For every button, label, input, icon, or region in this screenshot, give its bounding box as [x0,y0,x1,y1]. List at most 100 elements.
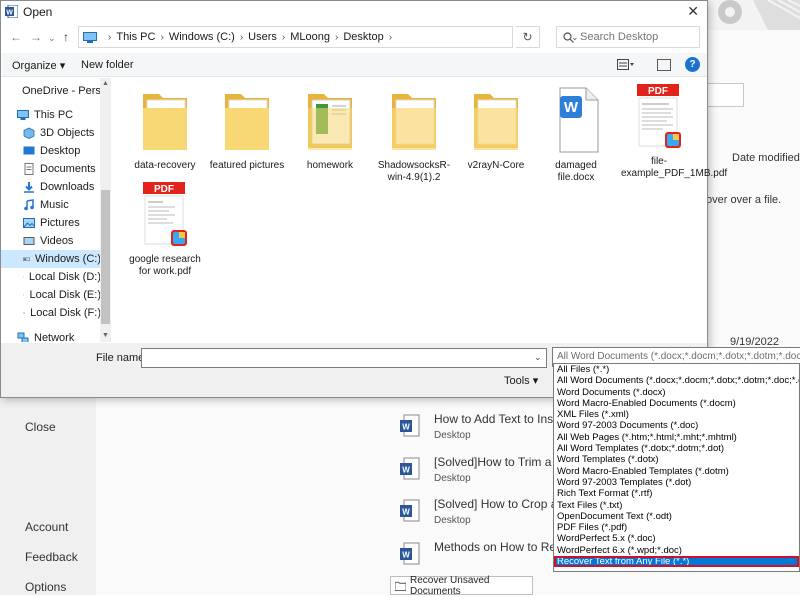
nav-item-videos[interactable]: Videos [1,232,101,250]
file-type-option[interactable]: WordPerfect 5.x (*.doc) [554,533,799,544]
nav-item-label: Local Disk (D:) [29,271,101,283]
videos-icon [23,235,35,247]
scroll-down-icon[interactable]: ▼ [102,332,109,339]
file-type-option[interactable]: All Files (*.*) [554,364,799,375]
search-box[interactable] [556,26,700,48]
recover-unsaved-documents-button[interactable]: Recover Unsaved Documents [390,576,533,595]
address-bar[interactable]: › This PC › Windows (C:) › Users › MLoon… [78,26,513,48]
date-modified-header[interactable]: Date modified [732,152,800,164]
file-name-input[interactable] [141,348,547,368]
nav-item-this-pc[interactable]: This PC [1,106,101,124]
nav-options[interactable]: Options [25,580,66,594]
dialog-titlebar[interactable]: W Open ✕ [1,1,707,23]
nav-feedback[interactable]: Feedback [25,550,78,564]
nav-item-onedrive[interactable]: OneDrive - Perso [1,82,101,100]
nav-item-network[interactable]: Network [1,329,101,342]
file-type-option[interactable]: Word 97-2003 Templates (*.dot) [554,477,799,488]
file-type-option[interactable]: Word 97-2003 Documents (*.doc) [554,420,799,431]
file-type-option[interactable]: Text Files (*.txt) [554,500,799,511]
search-input[interactable] [580,31,690,43]
pictures-icon [23,217,35,229]
help-icon[interactable]: ? [685,57,700,72]
file-type-option[interactable]: Word Templates (*.dotx) [554,454,799,465]
nav-item-label: OneDrive - Perso [22,85,107,97]
breadcrumb-item[interactable]: Windows (C:) [169,31,235,43]
file-type-option[interactable]: XML Files (*.xml) [554,409,799,420]
close-button[interactable]: ✕ [687,3,699,20]
desktop-icon [23,145,35,157]
nav-item-label: Windows (C:) [35,253,101,265]
nav-scrollbar-thumb[interactable] [101,190,110,324]
word-doc-icon: W [400,499,420,523]
svg-text:W: W [402,466,410,475]
breadcrumb-item[interactable]: MLoong [290,31,330,43]
tools-button[interactable]: Tools ▾ [504,374,538,387]
nav-item-3d-objects[interactable]: 3D Objects [1,124,101,142]
nav-item-local-disk-d[interactable]: Local Disk (D:) [1,268,101,286]
nav-account[interactable]: Account [25,520,68,534]
file-type-option[interactable]: All Word Templates (*.dotx;*.dotm;*.dot) [554,443,799,454]
file-name: file-example_PDF_1MB.pdf [621,156,697,180]
refresh-button[interactable]: ↻ [516,26,540,48]
back-arrow-icon[interactable]: ← [10,30,22,44]
file-type-option[interactable]: Rich Text Format (*.rtf) [554,488,799,499]
search-icon [563,32,574,43]
preview-pane-icon[interactable] [657,59,671,71]
nav-item-music[interactable]: Music [1,196,101,214]
nav-item-downloads[interactable]: Downloads [1,178,101,196]
nav-item-pictures[interactable]: Pictures [1,214,101,232]
breadcrumb-item[interactable]: Desktop [343,31,383,43]
file-type-option-selected[interactable]: Recover Text from Any File (*.*) [554,556,799,567]
new-folder-button[interactable]: New folder [81,59,134,71]
file-item-folder[interactable]: featured pictures [209,86,285,172]
nav-item-label: Music [40,199,69,211]
background-search-box[interactable] [704,83,744,107]
scroll-up-icon[interactable]: ▲ [102,80,109,87]
breadcrumb-item[interactable]: This PC [116,31,155,43]
folder-icon [395,581,406,591]
nav-item-windows-c[interactable]: Windows (C:) [1,250,101,268]
file-item-pdf[interactable]: PDF file-example_PDF_1MB.pdf [621,82,697,180]
file-item-folder[interactable]: data-recovery [127,86,203,172]
file-item-pdf[interactable]: PDF google research for work.pdf [127,180,203,278]
nav-item-label: Documents [40,163,96,175]
file-item-docx[interactable]: W damaged file.docx [538,86,614,184]
file-item-folder[interactable]: v2rayN-Core [458,86,534,172]
chevron-down-icon[interactable]: ⌄ [534,352,542,363]
nav-item-label: Local Disk (F:) [30,307,101,319]
file-name: google research for work.pdf [127,254,203,278]
open-dialog: W Open ✕ ← → ⌄ ↑ › This PC › Windows (C:… [0,0,708,398]
nav-item-desktop[interactable]: Desktop [1,142,101,160]
nav-item-label: 3D Objects [40,127,94,139]
file-type-option[interactable]: All Word Documents (*.docx;*.docm;*.dotx… [554,375,799,386]
nav-item-label: This PC [34,109,73,121]
file-type-dropdown: All Files (*.*) All Word Documents (*.do… [553,363,800,572]
recent-dropdown-icon[interactable]: ⌄ [48,33,56,44]
nav-item-local-disk-f[interactable]: Local Disk (F:) [1,304,101,322]
nav-item-local-disk-e[interactable]: Local Disk (E:) [1,286,101,304]
chevron-right-icon: › [282,32,285,43]
forward-arrow-icon[interactable]: → [30,30,42,44]
file-type-option[interactable]: WordPerfect 6.x (*.wpd;*.doc) [554,545,799,556]
organize-button[interactable]: Organize ▾ [12,59,65,72]
file-type-option[interactable]: All Web Pages (*.htm;*.html;*.mht;*.mhtm… [554,432,799,443]
file-item-folder[interactable]: homework [292,86,368,172]
file-type-option[interactable]: Word Macro-Enabled Templates (*.dotm) [554,466,799,477]
navigation-pane: OneDrive - Perso This PC 3D Objects Desk… [1,78,111,342]
nav-close[interactable]: Close [25,420,56,434]
up-arrow-icon[interactable]: ↑ [63,30,69,44]
breadcrumb-item[interactable]: Users [248,31,277,43]
doc-title: How to Add Text to Insta [434,412,563,426]
file-type-option[interactable]: OpenDocument Text (*.odt) [554,511,799,522]
folder-icon [470,86,522,156]
file-item-folder[interactable]: ShadowsocksR-win-4.9(1).2 [376,86,452,184]
file-type-option[interactable]: PDF Files (*.pdf) [554,522,799,533]
file-type-option[interactable]: Word Documents (*.docx) [554,387,799,398]
doc-title: Methods on How to Ren [434,540,563,554]
nav-item-documents[interactable]: Documents [1,160,101,178]
doc-title: [Solved] How to Crop a [434,497,557,511]
change-view-icon[interactable] [617,59,635,71]
music-icon [23,199,35,211]
file-type-option[interactable]: Word Macro-Enabled Documents (*.docm) [554,398,799,409]
doc-title: [Solved]How to Trim a V [434,455,563,469]
